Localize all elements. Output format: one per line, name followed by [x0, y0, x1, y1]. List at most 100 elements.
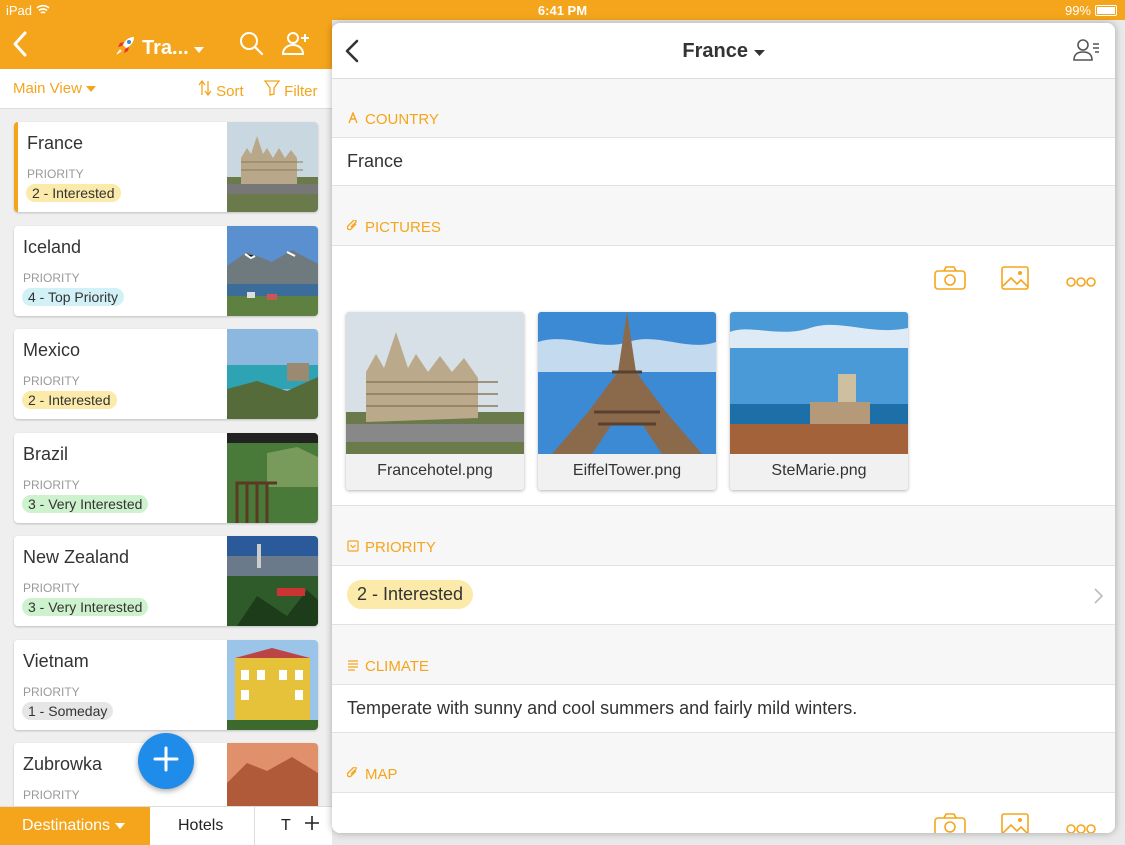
priority-label: PRIORITY [27, 167, 84, 181]
priority-badge: 3 - Very Interested [22, 598, 149, 616]
record-detail-panel: France COUNTRY France PICTURES Francehot… [332, 23, 1115, 833]
add-user-icon[interactable] [281, 30, 311, 61]
list-item-name: France [27, 133, 84, 153]
battery-percent: 99% [1064, 3, 1091, 18]
picture-caption: EiffelTower.png [538, 454, 716, 490]
country-value: France [347, 151, 404, 171]
list-nav-bar: Tra... [0, 20, 332, 69]
more-options-icon[interactable] [1066, 274, 1096, 292]
priority-label: PRIORITY [23, 374, 80, 388]
picture-caption: SteMarie.png [730, 454, 908, 490]
country-field-label: COUNTRY [347, 111, 439, 128]
map-field [332, 792, 1115, 833]
camera-icon[interactable] [934, 813, 966, 833]
tab-truncated[interactable]: T [281, 817, 291, 835]
status-bar: iPad 6:41 PM 99% [0, 0, 1125, 20]
detail-title-button[interactable]: France [332, 40, 1115, 63]
stemarie-image [730, 312, 908, 454]
priority-label-text: PRIORITY [365, 539, 436, 556]
record-list: France PRIORITY 2 - Interested Iceland P… [0, 109, 332, 806]
chevron-down-icon [193, 37, 205, 60]
list-item[interactable]: Mexico PRIORITY 2 - Interested [14, 329, 318, 419]
table-tab-bar: Destinations Hotels T [0, 806, 332, 845]
list-item[interactable]: Iceland PRIORITY 4 - Top Priority [14, 226, 318, 316]
priority-label: PRIORITY [23, 271, 80, 285]
pictures-label-text: PICTURES [365, 219, 441, 236]
back-chevron-icon[interactable] [10, 30, 30, 63]
image-gallery-icon[interactable] [1001, 813, 1029, 833]
tab-hotels[interactable]: Hotels [178, 817, 223, 835]
sort-label: Sort [216, 83, 244, 100]
filter-button[interactable]: Filter [263, 80, 318, 100]
list-item[interactable]: New Zealand PRIORITY 3 - Very Interested [14, 536, 318, 626]
francehotel-image [346, 312, 524, 454]
list-item[interactable]: Brazil PRIORITY 3 - Very Interested [14, 433, 318, 523]
eiffeltower-image [538, 312, 716, 454]
database-title-button[interactable]: Tra... [114, 33, 205, 63]
picture-caption: Francehotel.png [346, 454, 524, 490]
battery-icon [1095, 5, 1117, 16]
filter-label: Filter [284, 83, 318, 100]
climate-label-text: CLIMATE [365, 658, 429, 675]
france-hotel-thumbnail [227, 122, 318, 212]
filter-icon [263, 80, 281, 100]
priority-badge: 3 - Very Interested [22, 495, 149, 513]
priority-badge: 2 - Interested [26, 184, 121, 202]
new-zealand-thumbnail [227, 536, 318, 626]
list-item-name: Mexico [23, 340, 81, 360]
database-title: Tra... [142, 36, 189, 59]
zubrowka-thumbnail [227, 743, 318, 806]
priority-label: PRIORITY [23, 581, 80, 595]
priority-field-label: PRIORITY [347, 539, 436, 556]
picture-thumbnail[interactable]: SteMarie.png [730, 312, 908, 490]
detail-title: France [682, 40, 749, 62]
collaborators-icon[interactable] [1073, 38, 1101, 67]
paperclip-icon [346, 766, 359, 783]
list-item-name: Zubrowka [23, 754, 103, 774]
sort-icon [198, 79, 212, 100]
sort-button[interactable]: Sort [198, 79, 244, 100]
picture-thumbnail[interactable]: EiffelTower.png [538, 312, 716, 490]
tab-destinations-label: Destinations [22, 817, 111, 834]
country-label-text: COUNTRY [365, 111, 439, 128]
climate-field-label: CLIMATE [347, 658, 429, 675]
pictures-field: Francehotel.png EiffelTower.png SteMarie… [332, 245, 1115, 506]
tab-divider [254, 807, 255, 845]
list-toolbar: Main View Sort Filter [0, 69, 332, 109]
list-item-name: Vietnam [23, 651, 89, 671]
mexico-thumbnail [227, 329, 318, 419]
tab-destinations[interactable]: Destinations [0, 807, 150, 845]
iceland-thumbnail [227, 226, 318, 316]
search-icon[interactable] [238, 30, 264, 61]
priority-value-badge: 2 - Interested [347, 580, 474, 609]
image-gallery-icon[interactable] [1001, 266, 1029, 295]
country-field[interactable]: France [332, 137, 1115, 186]
detail-header: France [332, 23, 1115, 79]
caret-down-icon [114, 817, 125, 834]
plus-icon [153, 746, 179, 777]
climate-field[interactable]: Temperate with sunny and cool summers an… [332, 684, 1115, 733]
add-record-button[interactable] [138, 733, 194, 789]
caret-down-icon [753, 40, 765, 62]
list-item-name: Iceland [23, 237, 82, 257]
list-item-name: Brazil [23, 444, 69, 464]
status-time: 6:41 PM [537, 3, 588, 18]
more-options-icon[interactable] [1066, 821, 1096, 833]
list-item[interactable]: Vietnam PRIORITY 1 - Someday [14, 640, 318, 730]
list-item[interactable]: France PRIORITY 2 - Interested [14, 122, 318, 212]
priority-label: PRIORITY [23, 788, 80, 802]
dropdown-field-icon [347, 539, 359, 556]
main-view-dropdown[interactable]: Main View [13, 80, 97, 97]
picture-thumbnail[interactable]: Francehotel.png [346, 312, 524, 490]
add-table-icon[interactable] [304, 814, 320, 837]
chevron-right-icon [1094, 588, 1104, 609]
priority-label: PRIORITY [23, 478, 80, 492]
list-item-name: New Zealand [23, 547, 130, 567]
map-field-label: MAP [346, 766, 398, 783]
paperclip-icon [346, 219, 359, 236]
status-right: 99% [1065, 3, 1117, 18]
rocket-icon [114, 33, 138, 63]
camera-icon[interactable] [934, 266, 966, 295]
priority-field[interactable]: 2 - Interested [332, 565, 1115, 625]
map-label-text: MAP [365, 766, 398, 783]
